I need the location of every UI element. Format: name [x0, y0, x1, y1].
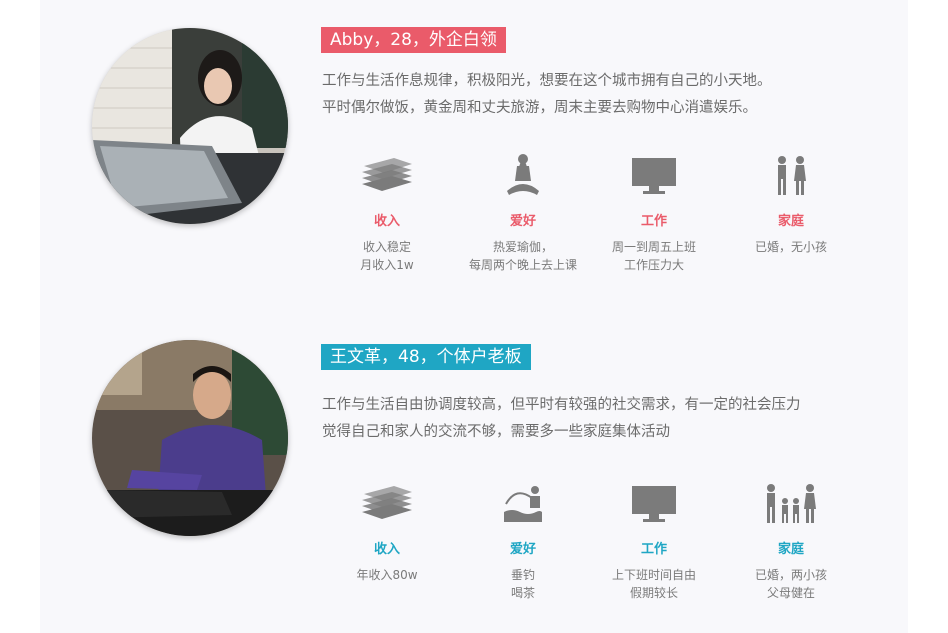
stat-family: 家庭 已婚，两小孩 父母健在: [736, 478, 846, 602]
stat-income: 收入 年收入80w: [332, 478, 442, 584]
detail-line: 父母健在: [766, 586, 815, 600]
detail-line: 月收入1w: [360, 258, 414, 272]
stat-label: 工作: [640, 542, 667, 557]
detail-line: 周一到周五上班: [611, 240, 696, 254]
detail-line: 每周两个晚上去上课: [468, 258, 577, 272]
stat-detail: 垂钓 喝茶: [468, 566, 578, 602]
monitor-icon: [599, 478, 709, 530]
couple-icon: [736, 150, 846, 202]
detail-line: 工作压力大: [623, 258, 684, 272]
stat-income: 收入 收入稳定 月收入1w: [332, 150, 442, 274]
yoga-icon: [468, 150, 578, 202]
money-stack-icon: [332, 150, 442, 202]
stat-detail: 热爱瑜伽， 每周两个晚上去上课: [468, 238, 578, 274]
stat-work: 工作 上下班时间自由 假期较长: [599, 478, 709, 602]
fishing-icon: [468, 478, 578, 530]
description-line: 觉得自己和家人的交流不够，需要多一些家庭集体活动: [322, 424, 670, 440]
detail-line: 已婚，无小孩: [754, 240, 827, 254]
stat-hobby: 爱好 热爱瑜伽， 每周两个晚上去上课: [468, 150, 578, 274]
stat-family: 家庭 已婚，无小孩: [736, 150, 846, 256]
persona-card-abby: Abby，28，外企白领 工作与生活作息规律，积极阳光，想要在这个城市拥有自己的…: [0, 0, 948, 316]
detail-line: 上下班时间自由: [611, 568, 696, 582]
stat-label: 爱好: [509, 542, 536, 557]
persona-photo-abby: [92, 28, 288, 224]
stat-label: 收入: [373, 542, 400, 557]
persona-description: 工作与生活作息规律，积极阳光，想要在这个城市拥有自己的小天地。 平时偶尔做饭，黄…: [322, 68, 772, 122]
stat-label: 爱好: [509, 214, 536, 229]
detail-line: 已婚，两小孩: [754, 568, 827, 582]
stat-detail: 收入稳定 月收入1w: [332, 238, 442, 274]
detail-line: 年收入80w: [356, 568, 418, 582]
detail-line: 收入稳定: [362, 240, 411, 254]
stat-label: 家庭: [777, 542, 804, 557]
stat-detail: 上下班时间自由 假期较长: [599, 566, 709, 602]
money-stack-icon: [332, 478, 442, 530]
detail-line: 假期较长: [629, 586, 678, 600]
detail-line: 垂钓: [510, 568, 535, 582]
stat-detail: 已婚，两小孩 父母健在: [736, 566, 846, 602]
persona-card-wang: 王文革，48，个体户老板 工作与生活自由协调度较高，但平时有较强的社交需求，有一…: [0, 318, 948, 633]
description-line: 工作与生活作息规律，积极阳光，想要在这个城市拥有自己的小天地。: [322, 73, 772, 89]
family-icon: [736, 478, 846, 530]
persona-tag: 王文革，48，个体户老板: [321, 344, 531, 370]
stat-detail: 年收入80w: [332, 566, 442, 584]
stat-detail: 已婚，无小孩: [736, 238, 846, 256]
stat-work: 工作 周一到周五上班 工作压力大: [599, 150, 709, 274]
description-line: 工作与生活自由协调度较高，但平时有较强的社交需求，有一定的社会压力: [322, 397, 801, 413]
persona-photo-wang: [92, 340, 288, 536]
stat-label: 工作: [640, 214, 667, 229]
persona-page: Abby，28，外企白领 工作与生活作息规律，积极阳光，想要在这个城市拥有自己的…: [0, 0, 948, 633]
detail-line: 喝茶: [510, 586, 535, 600]
stat-detail: 周一到周五上班 工作压力大: [599, 238, 709, 274]
stat-hobby: 爱好 垂钓 喝茶: [468, 478, 578, 602]
persona-tag: Abby，28，外企白领: [321, 27, 506, 53]
stat-label: 家庭: [777, 214, 804, 229]
detail-line: 热爱瑜伽，: [492, 240, 553, 254]
description-line: 平时偶尔做饭，黄金周和丈夫旅游，周末主要去购物中心消遣娱乐。: [322, 100, 757, 116]
monitor-icon: [599, 150, 709, 202]
persona-description: 工作与生活自由协调度较高，但平时有较强的社交需求，有一定的社会压力 觉得自己和家…: [322, 392, 801, 446]
stat-label: 收入: [373, 214, 400, 229]
